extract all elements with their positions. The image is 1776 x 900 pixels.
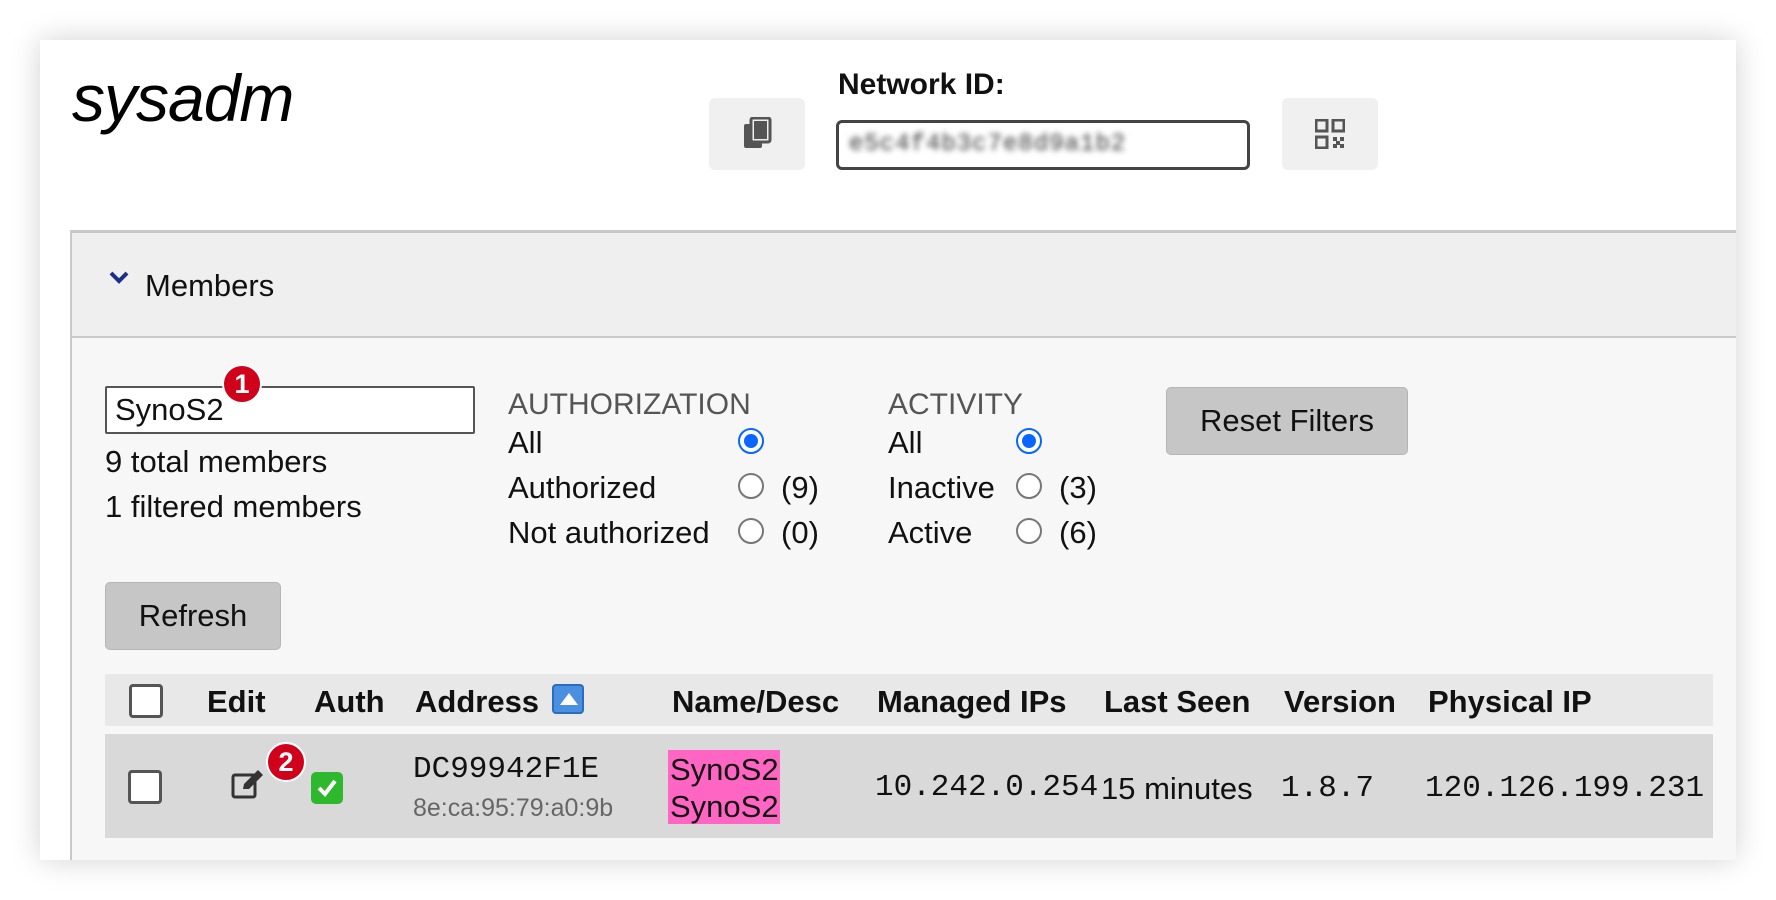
annotation-badge-2: 2 xyxy=(266,742,306,782)
column-header-last-seen: Last Seen xyxy=(1104,684,1251,719)
annotation-badge-1: 1 xyxy=(222,364,262,404)
members-section-title: Members xyxy=(145,268,275,303)
column-header-managed-ips: Managed IPs xyxy=(877,684,1067,719)
activity-filter-active-radio[interactable] xyxy=(1016,518,1042,544)
members-section-header[interactable] xyxy=(70,230,1736,338)
member-physical-ip: 120.126.199.231 xyxy=(1425,771,1705,806)
edit-icon[interactable] xyxy=(231,768,265,800)
member-managed-ip: 10.242.0.254 xyxy=(875,770,1099,805)
activity-filter-all-label: All xyxy=(888,425,923,460)
filtered-members-count: 1 filtered members xyxy=(105,489,362,524)
auth-filter-not-authorized-label: Not authorized xyxy=(508,515,710,550)
activity-filter-inactive-count: (3) xyxy=(1059,470,1097,505)
activity-filter-active-label: Active xyxy=(888,515,973,550)
chevron-down-icon[interactable] xyxy=(108,270,130,286)
check-icon[interactable] xyxy=(311,772,343,804)
member-version: 1.8.7 xyxy=(1281,771,1375,806)
auth-filter-authorized-count: (9) xyxy=(781,470,819,505)
row-select-checkbox[interactable] xyxy=(128,770,162,804)
member-description[interactable]: SynoS2 xyxy=(670,789,779,825)
activity-filter-active-count: (6) xyxy=(1059,515,1097,550)
column-header-edit: Edit xyxy=(207,684,266,719)
member-address: DC99942F1E xyxy=(413,752,600,787)
select-all-checkbox[interactable] xyxy=(129,684,163,718)
auth-filter-all-label: All xyxy=(508,425,543,460)
column-header-auth: Auth xyxy=(314,684,385,719)
activity-heading: ACTIVITY xyxy=(888,388,1024,421)
brand-title: sysadm xyxy=(72,61,294,135)
network-id-label: Network ID: xyxy=(838,68,1005,101)
activity-filter-inactive-radio[interactable] xyxy=(1016,473,1042,499)
reset-filters-button[interactable]: Reset Filters xyxy=(1166,387,1408,455)
auth-filter-all-radio[interactable] xyxy=(738,428,764,454)
qr-code-button[interactable] xyxy=(1282,98,1378,170)
auth-filter-not-authorized-count: (0) xyxy=(781,515,819,550)
total-members-count: 9 total members xyxy=(105,444,328,479)
auth-filter-not-authorized-radio[interactable] xyxy=(738,518,764,544)
member-search-input[interactable]: SynoS2 xyxy=(105,386,475,434)
qr-code-icon xyxy=(1315,119,1345,149)
column-header-address[interactable]: Address xyxy=(415,684,539,720)
refresh-button[interactable]: Refresh xyxy=(105,582,281,650)
activity-filter-all-radio[interactable] xyxy=(1016,428,1042,454)
copy-icon xyxy=(744,117,772,148)
auth-filter-authorized-radio[interactable] xyxy=(738,473,764,499)
network-id-field[interactable]: e5c4f4b3c7e8d9a1b2 xyxy=(836,120,1250,170)
network-id-value: e5c4f4b3c7e8d9a1b2 xyxy=(849,131,1127,158)
column-header-name-desc: Name/Desc xyxy=(672,684,840,719)
authorization-heading: AUTHORIZATION xyxy=(508,388,751,421)
member-last-seen: 15 minutes xyxy=(1101,771,1253,806)
auth-filter-authorized-label: Authorized xyxy=(508,470,657,505)
member-mac-address: 8e:ca:95:79:a0:9b xyxy=(413,794,614,822)
copy-network-id-button[interactable] xyxy=(709,98,805,170)
sort-ascending-icon[interactable] xyxy=(552,684,584,714)
column-header-version: Version xyxy=(1284,684,1396,719)
column-header-physical-ip: Physical IP xyxy=(1428,684,1592,719)
member-name[interactable]: SynoS2 xyxy=(670,752,779,788)
activity-filter-inactive-label: Inactive xyxy=(888,470,995,505)
